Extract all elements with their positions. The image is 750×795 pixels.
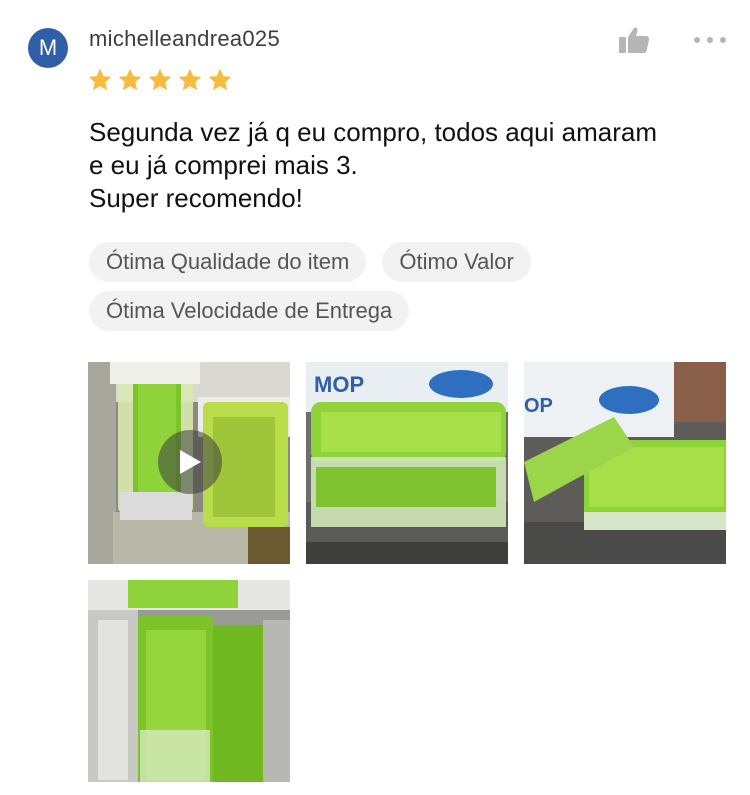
star-icon xyxy=(178,68,202,91)
play-icon xyxy=(180,450,201,474)
review-photo-2[interactable]: MOP xyxy=(306,362,508,564)
more-icon[interactable] xyxy=(692,30,728,50)
tag-delivery: Ótima Velocidade de Entrega xyxy=(89,291,410,331)
review-text: Segunda vez já q eu compro, todos aqui a… xyxy=(89,117,658,213)
review-tags: Ótima Qualidade do item Ótimo Valor Ótim… xyxy=(89,242,729,331)
mop-label-1: MOP xyxy=(314,372,364,397)
review-photo-3[interactable]: OP xyxy=(524,362,726,564)
tag-value: Ótimo Valor xyxy=(382,242,531,282)
star-icon xyxy=(148,68,172,91)
rating-stars xyxy=(87,67,233,93)
avatar[interactable]: M xyxy=(28,28,68,68)
avatar-letter: M xyxy=(38,35,58,60)
mop-label-2: OP xyxy=(524,395,553,417)
play-button[interactable] xyxy=(158,430,222,494)
star-icon xyxy=(208,68,232,91)
thumbs-up-icon[interactable] xyxy=(618,26,650,54)
star-icon xyxy=(88,68,112,91)
username[interactable]: michelleandrea025 xyxy=(89,26,280,52)
review-photo-4[interactable] xyxy=(88,580,290,782)
tag-quality: Ótima Qualidade do item xyxy=(89,242,367,282)
star-icon xyxy=(118,68,142,91)
